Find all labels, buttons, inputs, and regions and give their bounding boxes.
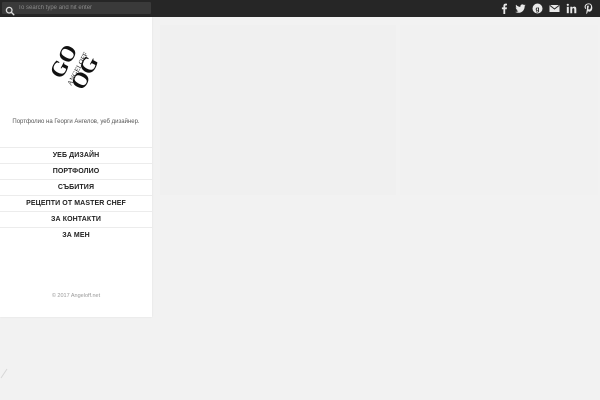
sidebar: GO OG ANGELOFF Портфолио на Георги Ангел… bbox=[0, 17, 152, 317]
menu-item-web-design[interactable]: УЕБ ДИЗАЙН bbox=[0, 147, 152, 164]
google-plus-icon[interactable]: g bbox=[532, 3, 543, 14]
top-bar: g bbox=[0, 0, 600, 17]
copyright-text: © 2017 Angeloff.net bbox=[51, 293, 101, 299]
menu-item-about-me[interactable]: ЗА МЕН bbox=[0, 228, 152, 243]
corner-arrow-icon bbox=[0, 366, 10, 380]
search-icon[interactable] bbox=[5, 3, 15, 16]
facebook-icon[interactable] bbox=[498, 3, 509, 14]
logo[interactable]: GO OG ANGELOFF bbox=[44, 31, 103, 105]
email-icon[interactable] bbox=[549, 3, 560, 14]
content-panel-main bbox=[160, 25, 396, 195]
menu-item-events[interactable]: СЪБИТИЯ bbox=[0, 180, 152, 196]
menu-item-master-chef-recipes[interactable]: РЕЦЕПТИ ОТ MASTER CHEF bbox=[0, 196, 152, 212]
menu-item-portfolio[interactable]: ПОРТФОЛИО bbox=[0, 164, 152, 180]
linkedin-icon[interactable] bbox=[566, 3, 577, 14]
site-tagline: Портфолио на Георги Ангелов, уеб дизайне… bbox=[12, 119, 140, 125]
content-panel-side bbox=[400, 25, 598, 195]
main-menu: УЕБ ДИЗАЙН ПОРТФОЛИО СЪБИТИЯ РЕЦЕПТИ ОТ … bbox=[0, 147, 152, 243]
twitter-icon[interactable] bbox=[515, 3, 526, 14]
menu-item-contacts[interactable]: ЗА КОНТАКТИ bbox=[0, 212, 152, 228]
search-box[interactable] bbox=[2, 2, 151, 16]
social-links: g bbox=[498, 3, 594, 14]
pinterest-icon[interactable] bbox=[583, 3, 594, 14]
search-input[interactable] bbox=[18, 2, 148, 14]
svg-text:g: g bbox=[536, 6, 540, 13]
